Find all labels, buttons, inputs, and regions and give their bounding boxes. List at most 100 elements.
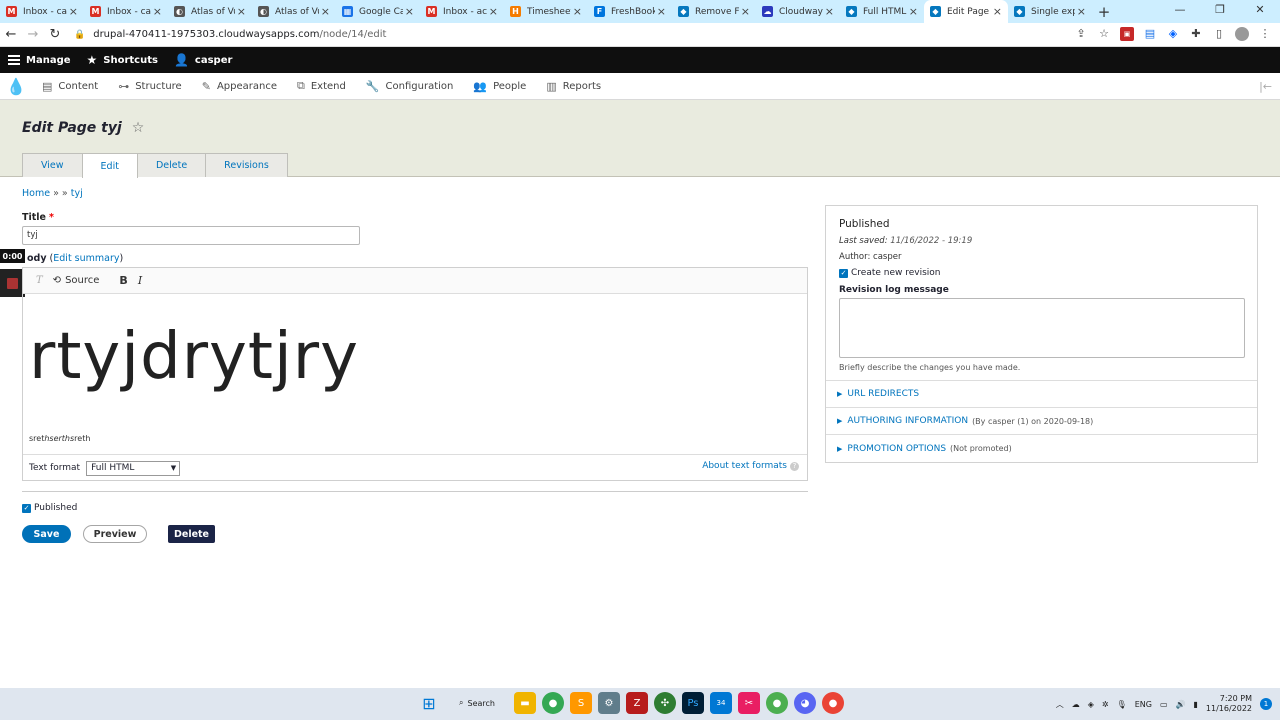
chrome-profile-icon[interactable]: ●	[766, 692, 788, 714]
tab-close-icon[interactable]: ×	[657, 5, 666, 18]
snipping-tool-icon[interactable]: ✂	[738, 692, 760, 714]
browser-tab[interactable]: ◆ Edit Page t ×	[924, 0, 1008, 23]
browser-tab[interactable]: M Inbox - cas×	[0, 0, 84, 23]
xbox-icon[interactable]: ✣	[654, 692, 676, 714]
profile-avatar[interactable]	[1235, 27, 1249, 41]
mail-app-icon[interactable]: 34	[710, 692, 732, 714]
published-checkbox[interactable]: ✓	[22, 503, 31, 513]
minimize-button[interactable]: —	[1160, 0, 1200, 20]
tab-close-icon[interactable]: ×	[741, 5, 750, 18]
tab-revisions[interactable]: Revisions	[205, 153, 288, 177]
browser-tab[interactable]: F FreshBook ×	[588, 0, 672, 23]
tab-close-icon[interactable]: ×	[405, 5, 414, 18]
extensions-puzzle-icon[interactable]: ✚	[1189, 27, 1203, 41]
tray-item-appearance[interactable]: ✎ Appearance	[192, 73, 287, 100]
photoshop-icon[interactable]: Ps	[682, 692, 704, 714]
browser-tab[interactable]: M Inbox - acc×	[420, 0, 504, 23]
editor-content[interactable]: rtyjdrytjry srethserthsreth	[23, 294, 807, 455]
bold-button[interactable]: B	[114, 271, 132, 291]
clock[interactable]: 7:20 PM 11/16/2022	[1206, 694, 1252, 714]
extension-blue-icon[interactable]: ▤	[1143, 27, 1157, 41]
display-icon[interactable]: ▭	[1160, 700, 1168, 709]
url-field[interactable]: 🔒 drupal-470411-1975303.cloudwaysapps.co…	[74, 29, 386, 40]
save-button[interactable]: Save	[22, 525, 71, 543]
notification-icon[interactable]: 1	[1260, 698, 1272, 710]
details-promotion-options[interactable]: ▶ PROMOTION OPTIONS (Not promoted)	[826, 435, 1257, 462]
discord-icon[interactable]: ◕	[794, 692, 816, 714]
add-shortcut-star-icon[interactable]: ☆	[132, 120, 145, 136]
dropbox-icon[interactable]: ◈	[1166, 27, 1180, 41]
tray-item-extend[interactable]: ⧉ Extend	[287, 73, 356, 100]
browser-tab[interactable]: ◆ Single expo×	[1008, 0, 1092, 23]
delete-button[interactable]: Delete	[168, 525, 215, 543]
breadcrumb-current[interactable]: tyj	[71, 188, 83, 199]
tab-close-icon[interactable]: ×	[909, 5, 918, 18]
preview-button[interactable]: Preview	[83, 525, 147, 543]
tray-item-content[interactable]: ▤ Content	[32, 73, 108, 100]
tab-close-icon[interactable]: ×	[993, 5, 1002, 18]
chrome-alt-icon[interactable]: ●	[822, 692, 844, 714]
extension-red-icon[interactable]: ▣	[1120, 27, 1134, 41]
italic-button[interactable]: I	[133, 271, 147, 291]
browser-tab[interactable]: ◆ Remove Fo×	[672, 0, 756, 23]
back-icon[interactable]: ←	[0, 27, 22, 42]
restore-button[interactable]: ❐	[1200, 0, 1240, 20]
tab-close-icon[interactable]: ×	[573, 5, 582, 18]
volume-icon[interactable]: 🔊	[1176, 700, 1186, 709]
file-explorer-icon[interactable]: ▬	[514, 692, 536, 714]
remove-format-button[interactable]: T	[31, 271, 48, 291]
tab-delete[interactable]: Delete	[136, 153, 207, 177]
shortcuts-menu[interactable]: ★ Shortcuts	[79, 47, 166, 73]
dropbox-tray-icon[interactable]: ◈	[1088, 700, 1094, 709]
tab-close-icon[interactable]: ×	[321, 5, 330, 18]
edit-summary-link[interactable]: Edit summary	[53, 253, 119, 264]
tab-close-icon[interactable]: ×	[153, 5, 162, 18]
cloud-sync-icon[interactable]: ☁	[1072, 700, 1080, 709]
tab-view[interactable]: View	[22, 153, 83, 177]
create-revision-checkbox[interactable]: ✓	[839, 268, 848, 278]
title-input[interactable]: tyj	[22, 226, 360, 245]
user-menu[interactable]: 👤 casper	[166, 47, 240, 73]
chevron-up-icon[interactable]: ︿	[1056, 699, 1064, 710]
manage-menu[interactable]: Manage	[0, 47, 79, 73]
browser-tab[interactable]: ☁ Cloudways ×	[756, 0, 840, 23]
battery-icon[interactable]: ▮	[1193, 700, 1197, 709]
about-text-formats-link[interactable]: About text formats?	[702, 461, 799, 471]
browser-tab[interactable]: ◐ Atlas of Vu ×	[168, 0, 252, 23]
browser-menu-icon[interactable]: ⋮	[1258, 27, 1272, 41]
details-authoring-information[interactable]: ▶ AUTHORING INFORMATION (By casper (1) o…	[826, 408, 1257, 435]
network-app-icon[interactable]: ⚙	[598, 692, 620, 714]
source-button[interactable]: ⟲ Source	[48, 271, 105, 291]
tray-item-structure[interactable]: ⊶ Structure	[108, 73, 192, 100]
tray-orientation-icon[interactable]: |←	[1259, 80, 1272, 93]
chrome-icon[interactable]: ●	[542, 692, 564, 714]
tray-item-reports[interactable]: ▥ Reports	[536, 73, 611, 100]
share-icon[interactable]: ⇪	[1074, 27, 1088, 41]
tab-close-icon[interactable]: ×	[489, 5, 498, 18]
language-indicator[interactable]: ENG	[1135, 700, 1152, 709]
start-button-icon[interactable]: ⊞	[418, 692, 440, 714]
reload-icon[interactable]: ↻	[44, 27, 66, 42]
tab-close-icon[interactable]: ×	[69, 5, 78, 18]
settings-tray-icon[interactable]: ✲	[1102, 700, 1109, 709]
forward-icon[interactable]: →	[22, 27, 44, 42]
browser-tab[interactable]: ◆ Full HTML ×	[840, 0, 924, 23]
browser-tab[interactable]: M Inbox - cas×	[84, 0, 168, 23]
browser-tab[interactable]: H Timesheet ×	[504, 0, 588, 23]
tab-close-icon[interactable]: ×	[825, 5, 834, 18]
new-tab-button[interactable]: +	[1092, 0, 1116, 23]
close-window-button[interactable]: ✕	[1240, 0, 1280, 20]
browser-tab[interactable]: ◐ Atlas of Vu ×	[252, 0, 336, 23]
breadcrumb-home[interactable]: Home	[22, 188, 50, 199]
tab-close-icon[interactable]: ×	[237, 5, 246, 18]
sublime-icon[interactable]: S	[570, 692, 592, 714]
drupal-logo-icon[interactable]: 💧	[0, 73, 32, 100]
bookmark-star-icon[interactable]: ☆	[1097, 27, 1111, 41]
text-format-select[interactable]: Full HTML ▼	[86, 460, 181, 476]
filezilla-icon[interactable]: Z	[626, 692, 648, 714]
browser-tab[interactable]: ▦ Google Ca ×	[336, 0, 420, 23]
tab-close-icon[interactable]: ×	[1077, 5, 1086, 18]
tray-item-people[interactable]: 👥 People	[463, 73, 536, 100]
tray-item-configuration[interactable]: 🔧 Configuration	[356, 73, 464, 100]
tab-edit[interactable]: Edit	[81, 153, 138, 178]
